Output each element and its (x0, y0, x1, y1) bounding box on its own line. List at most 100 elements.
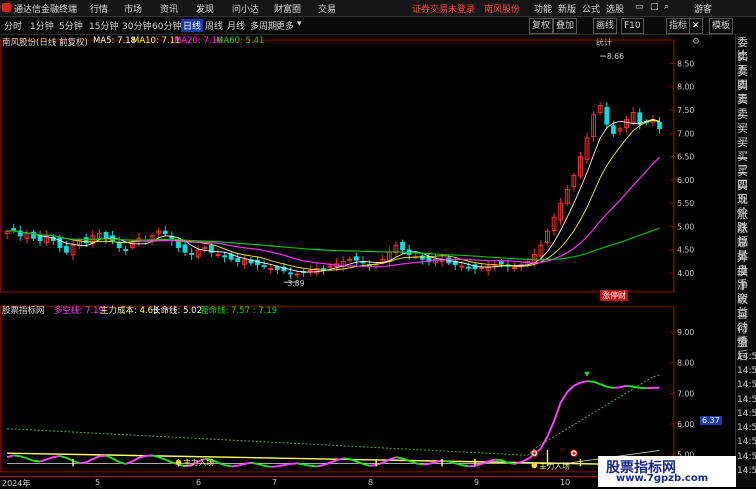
duokong-segment (7, 455, 14, 457)
duokong-segment (613, 387, 620, 388)
duokong-segment (86, 459, 93, 462)
duokong-segment (363, 464, 370, 466)
duokong-segment (297, 463, 304, 464)
duokong-segment (40, 459, 47, 461)
candle-body (163, 231, 167, 233)
candle-body (295, 274, 299, 275)
candle-body (256, 260, 260, 265)
chart-settings-icon[interactable]: ⚙ (692, 37, 700, 47)
duokong-segment (567, 386, 574, 392)
main-chart-frame (0, 40, 673, 292)
candle-body (328, 266, 332, 267)
main-kline-chart[interactable]: 8.508.007.507.006.506.005.505.004.504.00… (0, 34, 704, 298)
diejia-button[interactable]: 叠加 (553, 18, 577, 34)
low-price-label: 3.89 (288, 279, 305, 288)
candle-body (117, 242, 121, 247)
side-item[interactable]: 14:56 (737, 465, 756, 478)
app-name: 通达信金融终端 (14, 2, 77, 15)
period-more[interactable]: 更多 (276, 19, 294, 32)
candle-body (216, 254, 220, 255)
time-label-2024: 2024年 (2, 478, 30, 489)
menu-xinban[interactable]: 新版 (558, 2, 576, 15)
f10-button[interactable]: F10 (621, 18, 644, 34)
price-tick-label: 4.50 (677, 246, 694, 255)
watermark-url: www.7gpzb.com (616, 473, 708, 484)
huaxian-button[interactable]: 画线 (593, 18, 617, 34)
period-1min[interactable]: 1分钟 (30, 19, 54, 32)
ma60-label: MA60: 5.41 (216, 36, 264, 46)
period-multi[interactable]: 多周期 (250, 19, 277, 32)
restore-icon[interactable]: ▢ (650, 2, 659, 12)
menu-jiaoyi[interactable]: 交易 (318, 2, 336, 15)
duokong-segment (14, 455, 21, 456)
side-item[interactable]: 14:56 (737, 408, 756, 421)
zhibiao-button[interactable]: 指标 (666, 18, 690, 34)
candle-body (401, 242, 405, 249)
entry-signal-icon (176, 459, 182, 465)
duokong-segment (574, 383, 581, 386)
period-60min[interactable]: 60分钟 (152, 19, 181, 32)
price-tick-label: 5.50 (677, 199, 694, 208)
duokong-segment (580, 381, 587, 383)
period-30min[interactable]: 30分钟 (122, 19, 151, 32)
zhuli-label: 主力成本: 4.63 (100, 304, 159, 316)
minimize-icon[interactable]: ▭ (635, 2, 644, 12)
duokong-segment (113, 458, 120, 462)
ind-tick-label: 9.00 (677, 328, 694, 337)
period-day[interactable]: 日线 (181, 19, 203, 32)
quote-side-panel: 委比卖五卖四卖三卖二卖一买一买二买三买四买五现价涨跌涨幅总量外盘换手净资收益自动… (735, 34, 756, 487)
period-week[interactable]: 周线 (205, 19, 223, 32)
time-label-5: 5 (95, 478, 100, 487)
duokong-segment (20, 456, 27, 458)
entry-signal-icon (531, 463, 537, 469)
price-tick-label: 5.00 (677, 222, 694, 231)
guest-label[interactable]: 游客 (694, 2, 712, 15)
side-item[interactable]: 14:56 (737, 422, 756, 435)
candle-body (354, 257, 358, 260)
duokong-segment (468, 466, 475, 467)
side-item[interactable]: 14:56 (737, 394, 756, 407)
down-arrow-icon (584, 372, 590, 377)
side-item[interactable]: 14:56 (737, 351, 756, 364)
menu-hangqing[interactable]: 行情 (90, 2, 108, 15)
period-month[interactable]: 月线 (227, 19, 245, 32)
entry-signal-label: 主力入场 (183, 457, 214, 467)
menu-zixun[interactable]: 资讯 (160, 2, 178, 15)
side-item[interactable]: 14:56 (737, 436, 756, 449)
ma5-label: MA5: 7.18 (93, 36, 136, 46)
login-notice[interactable]: 证券交易未登录 (412, 2, 475, 15)
duokong-segment (416, 463, 423, 464)
duokong-label: 多空线: 7.19 (54, 304, 104, 316)
candle-body (236, 259, 240, 262)
duokong-segment (290, 463, 297, 464)
period-5min[interactable]: 5分钟 (59, 19, 83, 32)
menu-shichang[interactable]: 市场 (124, 2, 142, 15)
candle-body (658, 122, 662, 129)
more-chevron-icon[interactable]: ▾ (297, 19, 302, 29)
indicator-chart[interactable]: 9.008.007.006.005.00主力入场主力入场机构 (0, 302, 704, 476)
side-item[interactable]: 14:56 (737, 379, 756, 392)
duokong-segment (396, 457, 403, 458)
candle-body (480, 268, 484, 269)
indicator-name[interactable]: 股票指标网 (2, 304, 45, 316)
time-label-7: 7 (272, 478, 277, 487)
menu-xuangu[interactable]: 选股 (606, 2, 624, 15)
duokong-segment (561, 392, 568, 403)
candle-body (275, 267, 279, 269)
period-fenshi[interactable]: 分时 (4, 19, 22, 32)
side-item[interactable]: 14:56 (737, 451, 756, 464)
fuquan-button[interactable]: 复权 (529, 18, 553, 34)
duokong-segment (159, 457, 166, 459)
menu-gongneng[interactable]: 功能 (534, 2, 552, 15)
duokong-segment (508, 463, 515, 464)
menu-caifuquan[interactable]: 财富圈 (274, 2, 301, 15)
duokong-segment (231, 466, 238, 467)
menu-wenxiaoda[interactable]: 问小达 (232, 2, 259, 15)
menu-faxian[interactable]: 发现 (196, 2, 214, 15)
close-icon[interactable]: ✕ (689, 18, 703, 34)
menu-gongshi[interactable]: 公式 (582, 2, 600, 15)
search-icon[interactable]: ⌕ (664, 2, 669, 12)
period-15min[interactable]: 15分钟 (89, 19, 118, 32)
side-item[interactable]: 14:56 (737, 365, 756, 378)
moban-button[interactable]: 模板 (709, 18, 733, 34)
